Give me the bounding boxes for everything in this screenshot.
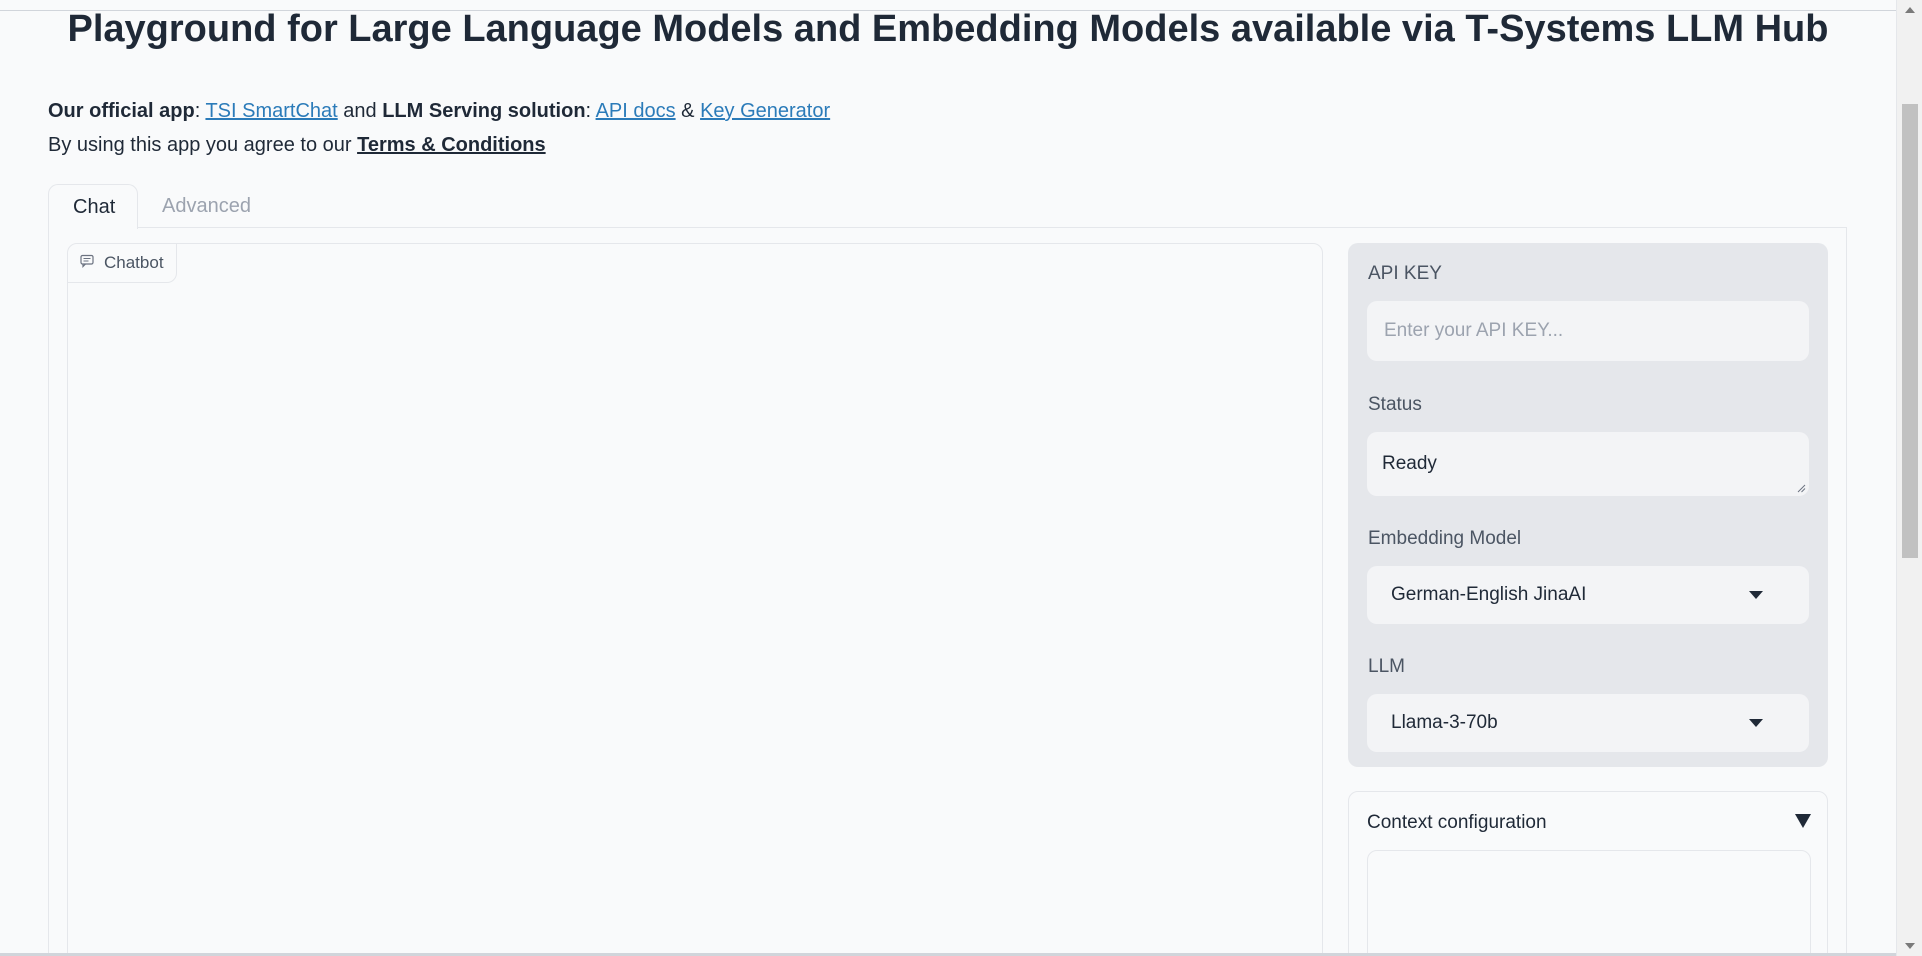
tab-chat[interactable]: Chat [48, 184, 138, 229]
and-text: and [337, 100, 383, 122]
chatbot-label: Chatbot [104, 253, 164, 272]
api-key-label: API KEY [1368, 263, 1442, 284]
status-field[interactable]: Ready [1367, 432, 1809, 496]
chatbot-area[interactable]: Chatbot [67, 243, 1323, 956]
api-key-input[interactable] [1382, 319, 1794, 343]
amp-text: & [675, 100, 701, 122]
chevron-down-icon [1749, 591, 1763, 599]
triangle-down-icon[interactable] [1795, 814, 1811, 828]
status-value: Ready [1382, 453, 1437, 474]
embedding-model-dropdown[interactable]: German-English JinaAI [1367, 566, 1809, 624]
settings-panel: API KEY Status Ready Embedding Model Ger… [1348, 243, 1828, 767]
llm-label: LLM [1368, 656, 1405, 677]
smartchat-link[interactable]: TSI SmartChat [205, 100, 337, 122]
agree-text: By using this app you agree to our [48, 134, 358, 156]
terms-link[interactable]: Terms & Conditions [357, 134, 546, 156]
key-generator-link[interactable]: Key Generator [700, 100, 830, 122]
scroll-up-icon[interactable] [1905, 7, 1915, 13]
scrollbar-thumb[interactable] [1902, 104, 1918, 558]
app-page: Playground for Large Language Models and… [0, 0, 1922, 956]
intro-line-2: By using this app you agree to our Terms… [48, 128, 830, 162]
context-configuration-title[interactable]: Context configuration [1367, 812, 1547, 834]
official-app-label: Our official app [48, 100, 195, 122]
context-configuration-content [1367, 850, 1811, 956]
page-title: Playground for Large Language Models and… [67, 8, 1829, 50]
serving-label: LLM Serving solution [382, 100, 586, 122]
tab-advanced-settings[interactable]: Advanced settings [138, 184, 275, 261]
colon-2: : [585, 100, 596, 122]
llm-dropdown[interactable]: Llama-3-70b [1367, 694, 1809, 752]
scroll-down-icon[interactable] [1905, 943, 1915, 949]
llm-value: Llama-3-70b [1391, 712, 1498, 733]
resize-grip-icon[interactable] [1796, 483, 1806, 493]
chatbot-label-badge: Chatbot [68, 244, 177, 283]
page-scrollbar[interactable] [1896, 0, 1922, 956]
colon-1: : [194, 100, 206, 122]
context-configuration-accordion: Context configuration [1348, 791, 1828, 956]
api-docs-link[interactable]: API docs [596, 100, 676, 122]
embedding-model-value: German-English JinaAI [1391, 584, 1587, 605]
intro-line-1: Our official app: TSI SmartChat and LLM … [48, 94, 830, 128]
intro-text: Our official app: TSI SmartChat and LLM … [48, 94, 830, 162]
chat-bubble-icon [80, 253, 94, 273]
status-label: Status [1368, 394, 1422, 415]
chevron-down-icon [1749, 719, 1763, 727]
embedding-model-label: Embedding Model [1368, 528, 1522, 549]
api-key-field-wrapper [1367, 301, 1809, 361]
